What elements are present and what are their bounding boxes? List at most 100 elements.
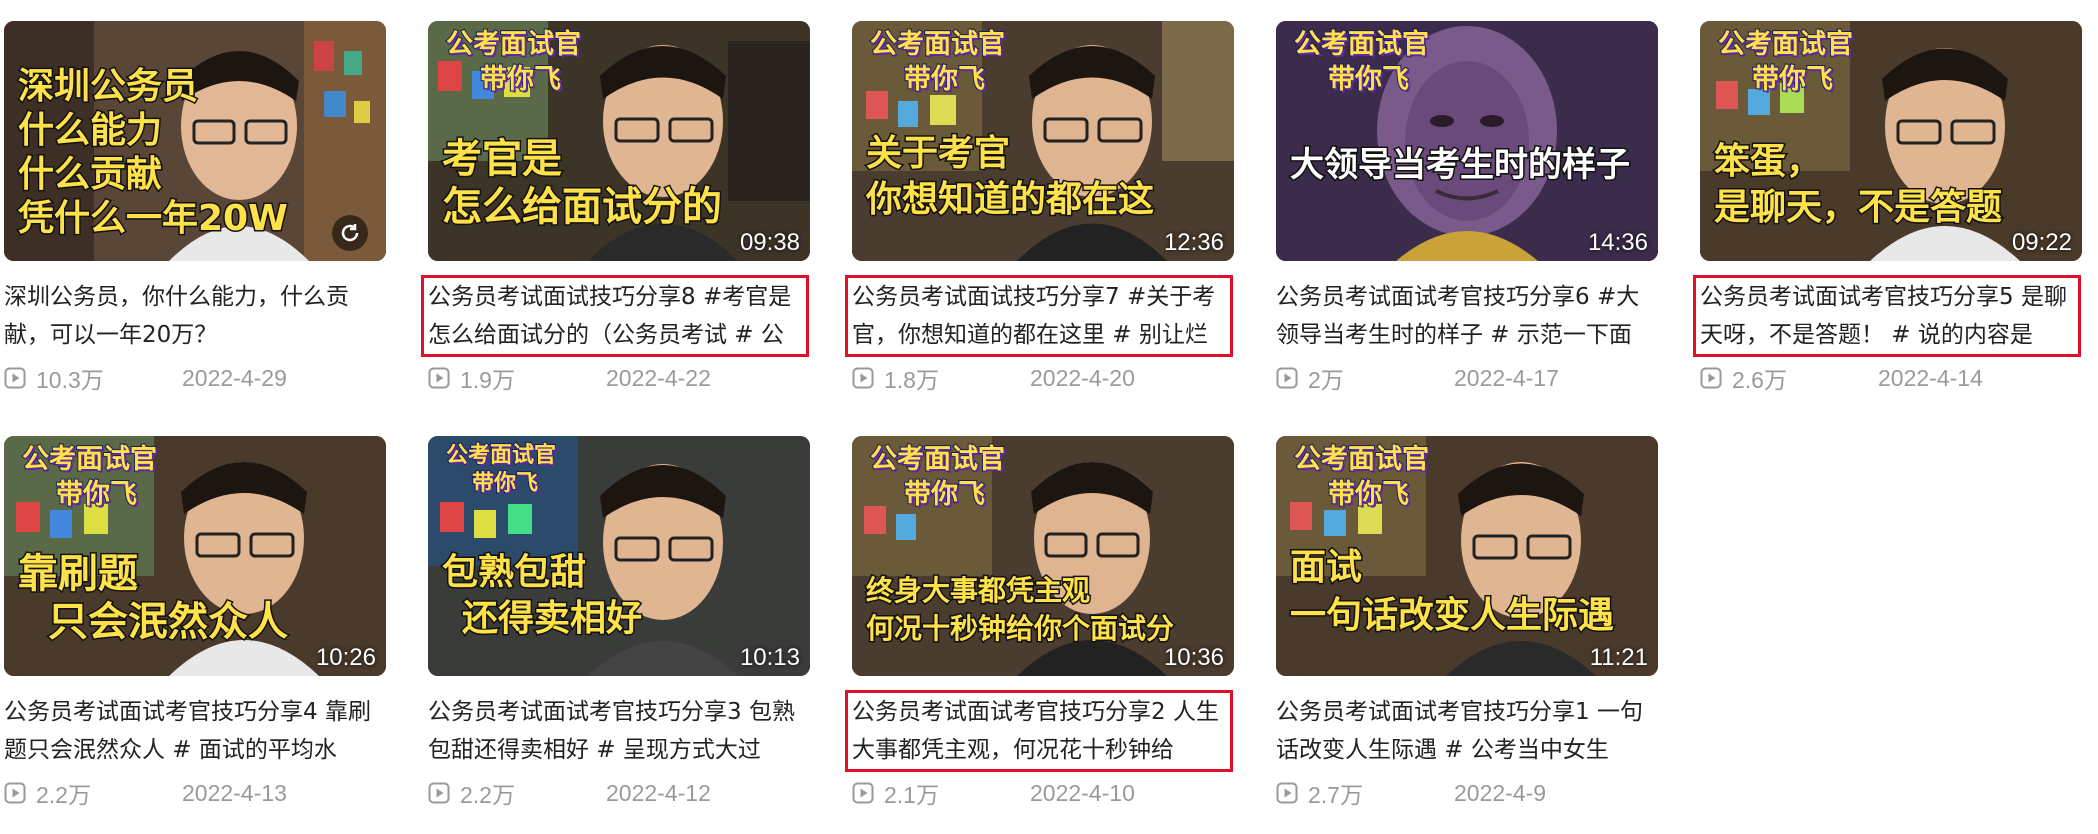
video-thumbnail[interactable]: 公考面试官 带你飞 靠刷题 只会泯然众人 10:26 xyxy=(4,436,386,676)
overlay-line: 凭什么一年20W xyxy=(17,197,290,241)
publish-date: 2022-4-13 xyxy=(182,779,287,806)
thumbnail-overlay-text: 终身大事都凭主观 何况十秒钟给你个面试分 xyxy=(864,572,1175,648)
play-icon xyxy=(852,782,874,804)
video-title[interactable]: 公务员考试面试考官技巧分享5 是聊天呀，不是答题！ # 说的内容是 xyxy=(1693,275,2081,357)
video-card[interactable]: 公考面试官 带你飞 包熟包甜 还得卖相好 10:13 公务员考试面试考官技巧分享… xyxy=(428,436,810,808)
publish-date: 2022-4-29 xyxy=(182,364,287,391)
video-duration: 14:36 xyxy=(1587,229,1648,256)
channel-brand: 公考面试官 带你飞 xyxy=(1293,442,1430,512)
brand-line: 公考面试官 xyxy=(21,443,158,476)
refresh-icon[interactable] xyxy=(332,215,368,251)
thumbnail-overlay-text: 笨蛋， 是聊天，不是答题 xyxy=(1712,139,2003,231)
video-card[interactable]: 公考面试官 带你飞 考官是 怎么给面试分的 09:38 公务员考试面试技巧分享8… xyxy=(421,21,810,393)
brand-line: 公考面试官 xyxy=(869,443,1006,476)
video-duration: 12:36 xyxy=(1163,229,1224,256)
channel-brand: 公考面试官 带你飞 xyxy=(445,27,582,97)
view-count: 2.6万 xyxy=(1732,367,1787,393)
play-icon xyxy=(1276,782,1298,804)
video-card[interactable]: 公考面试官 带你飞 终身大事都凭主观 何况十秒钟给你个面试分 10:36 公务员… xyxy=(845,436,1234,808)
play-icon xyxy=(852,367,874,389)
channel-brand: 公考面试官 带你飞 xyxy=(1717,27,1854,97)
publish-date: 2022-4-10 xyxy=(1030,779,1135,806)
thumbnail-overlay-text: 面试 一句话改变人生际遇 xyxy=(1288,544,1615,640)
overlay-line: 一句话改变人生际遇 xyxy=(1288,594,1615,638)
video-thumbnail[interactable]: 深圳公务员 什么能力 什么贡献 凭什么一年20W xyxy=(4,21,386,261)
brand-line: 带你飞 xyxy=(55,478,138,511)
video-duration: 10:13 xyxy=(739,644,800,671)
brand-line: 带你飞 xyxy=(1327,63,1410,96)
overlay-line: 是聊天，不是答题 xyxy=(1712,186,2003,230)
video-title[interactable]: 公务员考试面试技巧分享8 #考官是怎么给面试分的（公务员考试 # 公 xyxy=(421,275,809,357)
thumbnail-overlay-text: 深圳公务员 什么能力 什么贡献 凭什么一年20W xyxy=(17,65,290,241)
video-thumbnail[interactable]: 公考面试官 带你飞 笨蛋， 是聊天，不是答题 09:22 xyxy=(1700,21,2082,261)
video-title[interactable]: 公务员考试面试考官技巧分享3 包熟包甜还得卖相好 # 呈现方式大过 xyxy=(424,690,806,772)
video-card[interactable]: 公考面试官 带你飞 靠刷题 只会泯然众人 10:26 公务员考试面试考官技巧分享… xyxy=(4,436,386,808)
overlay-line: 只会泯然众人 xyxy=(47,598,290,647)
overlay-line: 考官是 xyxy=(441,135,564,184)
view-count: 2万 xyxy=(1308,367,1344,393)
video-meta: 1.8万 2022-4-20 xyxy=(852,363,1234,393)
video-duration: 10:26 xyxy=(315,644,376,671)
overlay-line: 什么贡献 xyxy=(17,153,164,197)
overlay-line: 面试 xyxy=(1288,546,1363,590)
overlay-line: 终身大事都凭主观 xyxy=(864,573,1091,609)
video-card[interactable]: 公考面试官 带你飞 关于考官 你想知道的都在这 12:36 公务员考试面试技巧分… xyxy=(845,21,1234,393)
publish-date: 2022-4-12 xyxy=(606,779,711,806)
video-title[interactable]: 公务员考试面试技巧分享7 #关于考官，你想知道的都在这里 # 别让烂 xyxy=(845,275,1233,357)
video-thumbnail[interactable]: 公考面试官 带你飞 考官是 怎么给面试分的 09:38 xyxy=(428,21,810,261)
video-card[interactable]: 公考面试官 带你飞 面试 一句话改变人生际遇 11:21 公务员考试面试考官技巧… xyxy=(1276,436,1658,808)
play-icon xyxy=(428,367,450,389)
brand-line: 带你飞 xyxy=(479,63,562,96)
video-title[interactable]: 公务员考试面试考官技巧分享2 人生大事都凭主观，何况花十秒钟给 xyxy=(845,690,1233,772)
overlay-line: 关于考官 xyxy=(864,132,1011,176)
thumbnail-overlay-text: 考官是 怎么给面试分的 xyxy=(441,135,724,232)
video-title[interactable]: 公务员考试面试考官技巧分享6 #大领导当考生时的样子 # 示范一下面 xyxy=(1272,275,1654,357)
overlay-line: 什么能力 xyxy=(17,109,164,153)
view-count: 2.2万 xyxy=(460,782,515,808)
video-duration: 09:38 xyxy=(739,229,800,256)
video-thumbnail[interactable]: 公考面试官 带你飞 面试 一句话改变人生际遇 11:21 xyxy=(1276,436,1658,676)
view-count: 2.2万 xyxy=(36,782,91,808)
channel-brand: 公考面试官 带你飞 xyxy=(869,27,1006,97)
overlay-line: 深圳公务员 xyxy=(17,65,200,109)
video-card[interactable]: 公考面试官 带你飞 大领导当考生时的样子 14:36 公务员考试面试考官技巧分享… xyxy=(1276,21,1658,393)
view-count: 1.9万 xyxy=(460,367,515,393)
brand-line: 带你飞 xyxy=(903,478,986,511)
video-meta: 1.9万 2022-4-22 xyxy=(428,363,810,393)
play-icon xyxy=(428,782,450,804)
video-duration: 10:36 xyxy=(1163,644,1224,671)
video-card[interactable]: 公考面试官 带你飞 笨蛋， 是聊天，不是答题 09:22 公务员考试面试考官技巧… xyxy=(1693,21,2082,393)
brand-line: 公考面试官 xyxy=(869,28,1006,61)
overlay-line: 还得卖相好 xyxy=(460,597,643,641)
video-thumbnail[interactable]: 公考面试官 带你飞 包熟包甜 还得卖相好 10:13 xyxy=(428,436,810,676)
video-thumbnail[interactable]: 公考面试官 带你飞 大领导当考生时的样子 14:36 xyxy=(1276,21,1658,261)
brand-line: 公考面试官 xyxy=(1293,443,1430,476)
overlay-line: 大领导当考生时的样子 xyxy=(1289,144,1632,187)
video-card[interactable]: 深圳公务员 什么能力 什么贡献 凭什么一年20W 深圳公务员，你什么能力，什么贡… xyxy=(4,21,386,393)
video-meta: 2万 2022-4-17 xyxy=(1276,363,1658,393)
video-title[interactable]: 公务员考试面试考官技巧分享1 一句话改变人生际遇 # 公考当中女生 xyxy=(1272,690,1654,772)
play-icon xyxy=(1276,367,1298,389)
video-title[interactable]: 公务员考试面试考官技巧分享4 靠刷题只会泯然众人 # 面试的平均水 xyxy=(0,690,382,772)
publish-date: 2022-4-22 xyxy=(606,364,711,391)
overlay-line: 笨蛋， xyxy=(1712,140,1823,184)
publish-date: 2022-4-17 xyxy=(1454,364,1559,391)
brand-line: 带你飞 xyxy=(903,63,986,96)
play-icon xyxy=(4,367,26,389)
thumbnail-overlay-text: 靠刷题 只会泯然众人 xyxy=(17,550,290,647)
brand-line: 公考面试官 xyxy=(445,28,582,61)
overlay-line: 靠刷题 xyxy=(17,550,140,599)
video-thumbnail[interactable]: 公考面试官 带你飞 关于考官 你想知道的都在这 12:36 xyxy=(852,21,1234,261)
video-title[interactable]: 深圳公务员，你什么能力，什么贡献，可以一年20万？ xyxy=(0,275,382,357)
view-count: 2.7万 xyxy=(1308,782,1363,808)
brand-line: 带你飞 xyxy=(1751,63,1834,96)
publish-date: 2022-4-14 xyxy=(1878,364,1983,391)
video-thumbnail[interactable]: 公考面试官 带你飞 终身大事都凭主观 何况十秒钟给你个面试分 10:36 xyxy=(852,436,1234,676)
play-icon xyxy=(1700,367,1722,389)
publish-date: 2022-4-9 xyxy=(1454,779,1547,806)
brand-line: 公考面试官 xyxy=(1293,28,1430,61)
play-icon xyxy=(4,782,26,804)
brand-line: 带你飞 xyxy=(471,470,539,497)
thumbnail-overlay-text: 大领导当考生时的样子 xyxy=(1289,141,1632,189)
view-count: 1.8万 xyxy=(884,367,939,393)
